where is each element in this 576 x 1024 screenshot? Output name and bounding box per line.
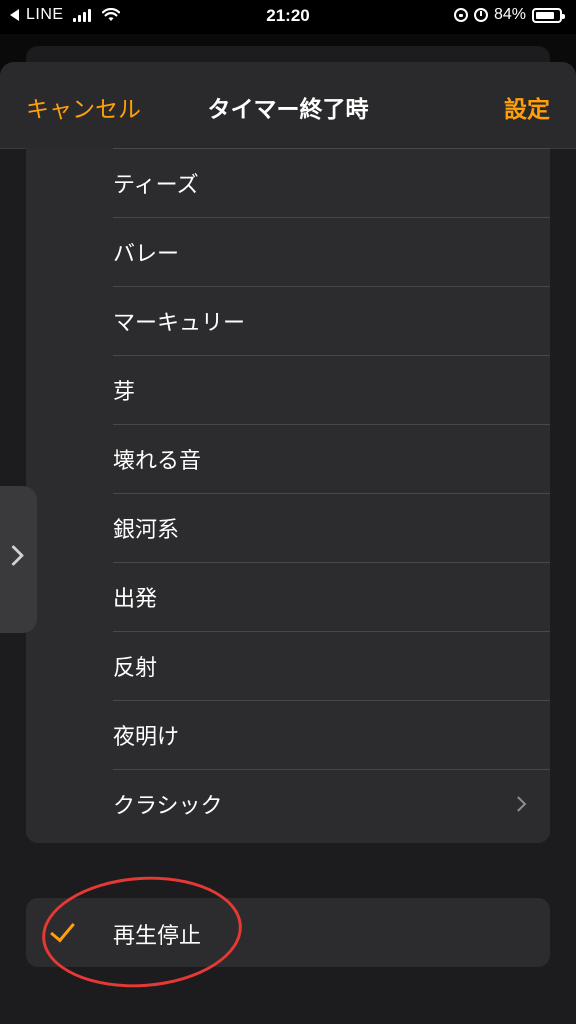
sound-item-label: ティーズ bbox=[113, 173, 199, 198]
sound-item-label: 銀河系 bbox=[113, 518, 180, 543]
sound-item-ballet[interactable]: バレー bbox=[113, 217, 550, 286]
screen: LINE 21:20 84% キャンセル タイマー終了時 設定 ティーズ バレー… bbox=[0, 0, 576, 1024]
sound-item-galaxy[interactable]: 銀河系 bbox=[113, 493, 550, 562]
timer-end-sheet: キャンセル タイマー終了時 設定 ティーズ バレー マーキュリー 芽 壊れる音 … bbox=[0, 62, 576, 1024]
sound-item-label: 夜明け bbox=[113, 725, 180, 750]
sound-item-breaking[interactable]: 壊れる音 bbox=[113, 424, 550, 493]
sound-item-mercury[interactable]: マーキュリー bbox=[113, 286, 550, 355]
sound-item-label: 芽 bbox=[113, 380, 136, 405]
sound-list: ティーズ バレー マーキュリー 芽 壊れる音 銀河系 出発 反射 夜明け クラシ… bbox=[26, 148, 550, 843]
sound-item-label: 出発 bbox=[113, 587, 158, 612]
sound-item-sprout[interactable]: 芽 bbox=[113, 355, 550, 424]
sound-item-classic[interactable]: クラシック bbox=[113, 769, 550, 838]
orientation-lock-icon bbox=[453, 8, 468, 22]
sheet-title: タイマー終了時 bbox=[207, 97, 369, 123]
alarm-icon bbox=[473, 8, 488, 22]
nav-bar: キャンセル タイマー終了時 設定 bbox=[0, 62, 576, 149]
battery-tip bbox=[562, 13, 565, 19]
sound-item-label: マーキュリー bbox=[113, 311, 246, 336]
sound-item-label: クラシック bbox=[113, 794, 223, 819]
sound-item-label: 壊れる音 bbox=[113, 449, 202, 474]
sound-item-departure[interactable]: 出発 bbox=[113, 562, 550, 631]
status-bar: LINE 21:20 84% bbox=[0, 0, 576, 34]
sound-item-dawn[interactable]: 夜明け bbox=[113, 700, 550, 769]
battery-percent: 84% bbox=[493, 6, 526, 23]
status-right: 84% bbox=[453, 6, 565, 24]
red-annotation-circle bbox=[38, 870, 246, 994]
sound-item-label: バレー bbox=[113, 242, 180, 267]
sound-item-teez[interactable]: ティーズ bbox=[113, 148, 550, 217]
chevron-right-icon bbox=[510, 796, 527, 812]
side-panel-handle[interactable] bbox=[0, 486, 37, 633]
chevron-right-icon bbox=[2, 544, 25, 567]
set-button[interactable]: 設定 bbox=[504, 90, 550, 124]
battery-fill bbox=[536, 11, 555, 19]
battery-icon bbox=[532, 7, 565, 23]
sound-item-label: 反射 bbox=[113, 656, 158, 681]
sound-item-reflection[interactable]: 反射 bbox=[113, 631, 550, 700]
